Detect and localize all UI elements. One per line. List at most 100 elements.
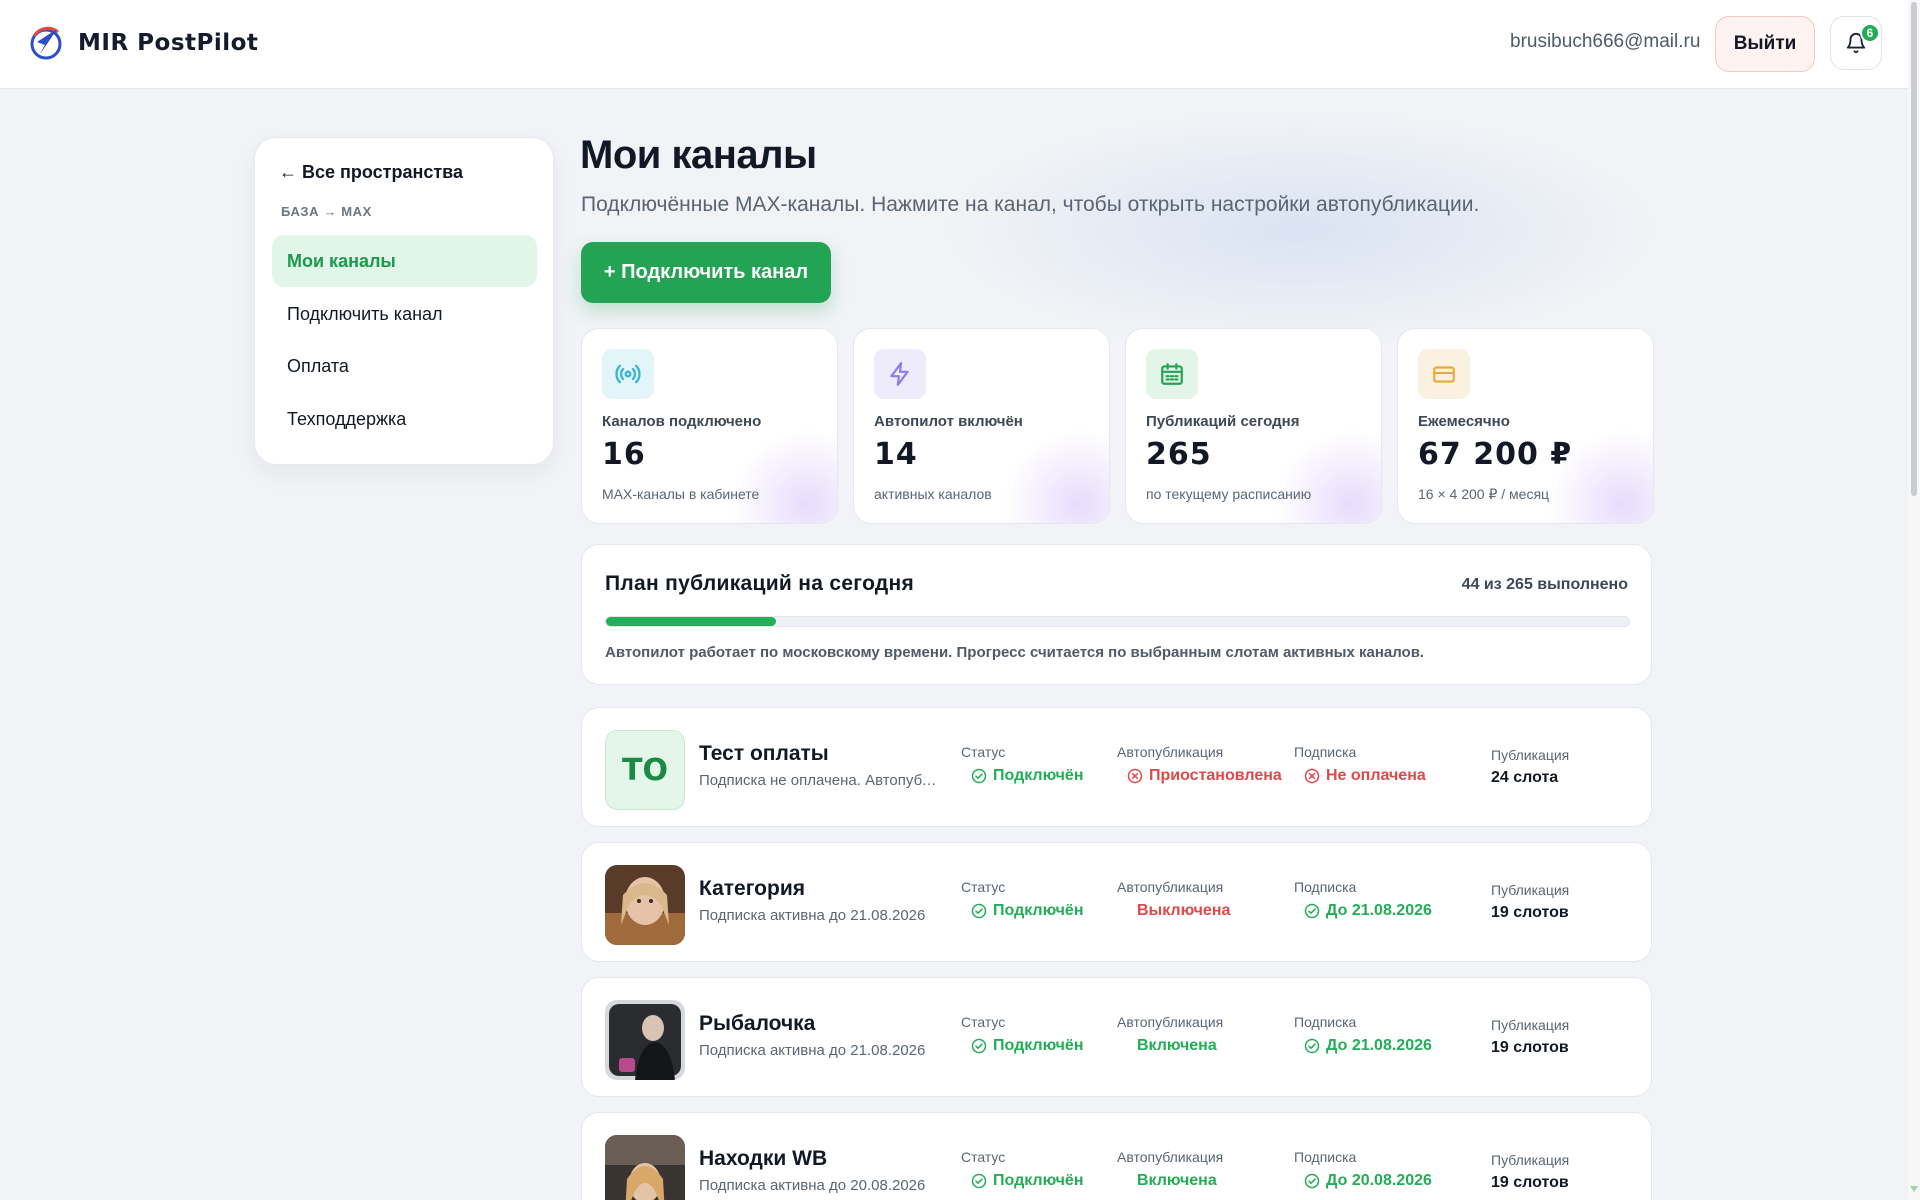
plan-count: 44 из 265 выполнено (1461, 576, 1628, 593)
status-label: Статус (961, 879, 1006, 895)
channel-avatar (605, 865, 685, 945)
channel-row[interactable]: ТО Тест оплаты Подписка не оплачена. Авт… (581, 707, 1652, 827)
page-scrollbar[interactable] (1908, 0, 1920, 1200)
stat-decoration (1276, 429, 1381, 523)
notifications-button[interactable]: 6 (1830, 16, 1882, 70)
page-subtitle: Подключённые MAX-каналы. Нажмите на кана… (581, 193, 1480, 216)
stat-sub: активных каналов (874, 486, 992, 502)
top-header: MIR PostPilot brusibuch666@mail.ru Выйти… (0, 0, 1908, 89)
status-value: Подключён (971, 902, 1084, 920)
publication-plan-card: План публикаций на сегодня 44 из 265 вып… (581, 544, 1652, 685)
scrollbar-thumb[interactable] (1911, 2, 1917, 496)
broadcast-icon (602, 349, 654, 399)
status-text: Подключён (993, 1172, 1084, 1189)
channel-description: Подписка активна до 21.08.2026 (699, 907, 926, 924)
avatar-initials: ТО (605, 730, 685, 810)
subscription-label: Подписка (1294, 1149, 1357, 1165)
subscription-label: Подписка (1294, 1014, 1357, 1030)
publication-value: 19 слотов (1491, 1174, 1569, 1191)
connect-channel-button[interactable]: + Подключить канал (581, 242, 831, 303)
check-circle-icon (1304, 1173, 1320, 1189)
app-logo[interactable]: MIR PostPilot (28, 24, 258, 62)
publication-label: Публикация (1491, 747, 1570, 763)
channel-name: Тест оплаты (699, 742, 829, 765)
x-circle-icon (1304, 768, 1320, 784)
autopub-value: Приостановлена (1127, 767, 1287, 785)
autopub-label: Автопубликация (1117, 1014, 1224, 1030)
avatar-photo-selfie-icon (605, 1135, 685, 1200)
channel-name: Рыбалочка (699, 1012, 816, 1035)
subscription-value: До 21.08.2026 (1304, 1037, 1432, 1055)
autopub-value: Включена (1137, 1037, 1297, 1055)
plan-title: План публикаций на сегодня (605, 572, 915, 595)
autopub-label: Автопубликация (1117, 744, 1224, 760)
stat-label: Каналов подключено (602, 413, 762, 430)
stat-card-autopilot: Автопилот включён 14 активных каналов (853, 328, 1110, 524)
background-glow (940, 110, 1660, 350)
avatar-photo-person-icon (605, 1000, 685, 1080)
autopub-text: Включена (1137, 1172, 1217, 1189)
back-to-spaces-link[interactable]: ← Все пространства (279, 162, 463, 183)
channel-row[interactable]: Рыбалочка Подписка активна до 21.08.2026… (581, 977, 1652, 1097)
check-circle-icon (971, 1173, 987, 1189)
stat-decoration (732, 429, 837, 523)
subscription-value: До 21.08.2026 (1304, 902, 1432, 920)
status-label: Статус (961, 1014, 1006, 1030)
x-circle-icon (1127, 768, 1143, 784)
scroll-down-arrow[interactable] (1910, 1186, 1918, 1192)
stat-card-publications: Публикаций сегодня 265 по текущему распи… (1125, 328, 1382, 524)
sidebar-item-connect-channel[interactable]: Подключить канал (272, 288, 537, 340)
channel-description: Подписка активна до 21.08.2026 (699, 1042, 926, 1059)
autopub-label: Автопубликация (1117, 879, 1224, 895)
channel-row[interactable]: Категория Подписка активна до 21.08.2026… (581, 842, 1652, 962)
subscription-text: До 20.08.2026 (1326, 1172, 1432, 1189)
autopub-value: Выключена (1137, 902, 1297, 920)
stat-sub: по текущему расписанию (1146, 486, 1312, 502)
publication-value: 19 слотов (1491, 904, 1569, 921)
publication-label: Публикация (1491, 882, 1570, 898)
plan-progress-bar (605, 616, 1630, 627)
stat-label: Автопилот включён (874, 413, 1023, 430)
publication-label: Публикация (1491, 1017, 1570, 1033)
check-circle-icon (971, 1038, 987, 1054)
stat-value: 14 (874, 437, 918, 472)
sidebar-item-support[interactable]: Техподдержка (272, 393, 537, 445)
channel-row[interactable]: Находки WB Подписка активна до 20.08.202… (581, 1112, 1652, 1200)
publication-label: Публикация (1491, 1152, 1570, 1168)
check-circle-icon (971, 903, 987, 919)
status-text: Подключён (993, 1037, 1084, 1054)
channel-description: Подписка не оплачена. Автопубликация при… (699, 772, 939, 789)
sidebar-item-payment[interactable]: Оплата (272, 340, 537, 392)
status-label: Статус (961, 744, 1006, 760)
channel-avatar: ТО (605, 730, 685, 810)
compass-logo-icon (30, 26, 62, 60)
subscription-label: Подписка (1294, 879, 1357, 895)
stat-card-monthly: Ежемесячно 67 200 ₽ 16 × 4 200 ₽ / месяц (1397, 328, 1654, 524)
subscription-text: Не оплачена (1326, 767, 1426, 784)
channel-name: Находки WB (699, 1147, 828, 1170)
stat-label: Ежемесячно (1418, 413, 1510, 430)
subscription-text: До 21.08.2026 (1326, 1037, 1432, 1054)
publication-value: 24 слота (1491, 769, 1559, 786)
channel-name: Категория (699, 877, 806, 900)
lightning-icon (874, 349, 926, 399)
sidebar-item-my-channels[interactable]: Мои каналы (272, 235, 537, 287)
autopub-value: Включена (1137, 1172, 1297, 1190)
status-text: Подключён (993, 767, 1084, 784)
channel-description: Подписка активна до 20.08.2026 (699, 1177, 926, 1194)
autopub-text: Включена (1137, 1037, 1217, 1054)
channel-avatar (605, 1135, 685, 1200)
stat-label: Публикаций сегодня (1146, 413, 1300, 430)
plan-note: Автопилот работает по московскому времен… (605, 644, 1425, 661)
stat-decoration (1004, 429, 1109, 523)
check-circle-icon (971, 768, 987, 784)
card-icon (1418, 349, 1470, 399)
status-value: Подключён (971, 767, 1084, 785)
page-title: Мои каналы (580, 133, 817, 177)
subscription-value: До 20.08.2026 (1304, 1172, 1432, 1190)
logout-button[interactable]: Выйти (1715, 16, 1815, 72)
plan-progress-fill (606, 617, 776, 626)
logo-text: MIR PostPilot (78, 30, 259, 56)
autopub-label: Автопубликация (1117, 1149, 1224, 1165)
subscription-label: Подписка (1294, 744, 1357, 760)
